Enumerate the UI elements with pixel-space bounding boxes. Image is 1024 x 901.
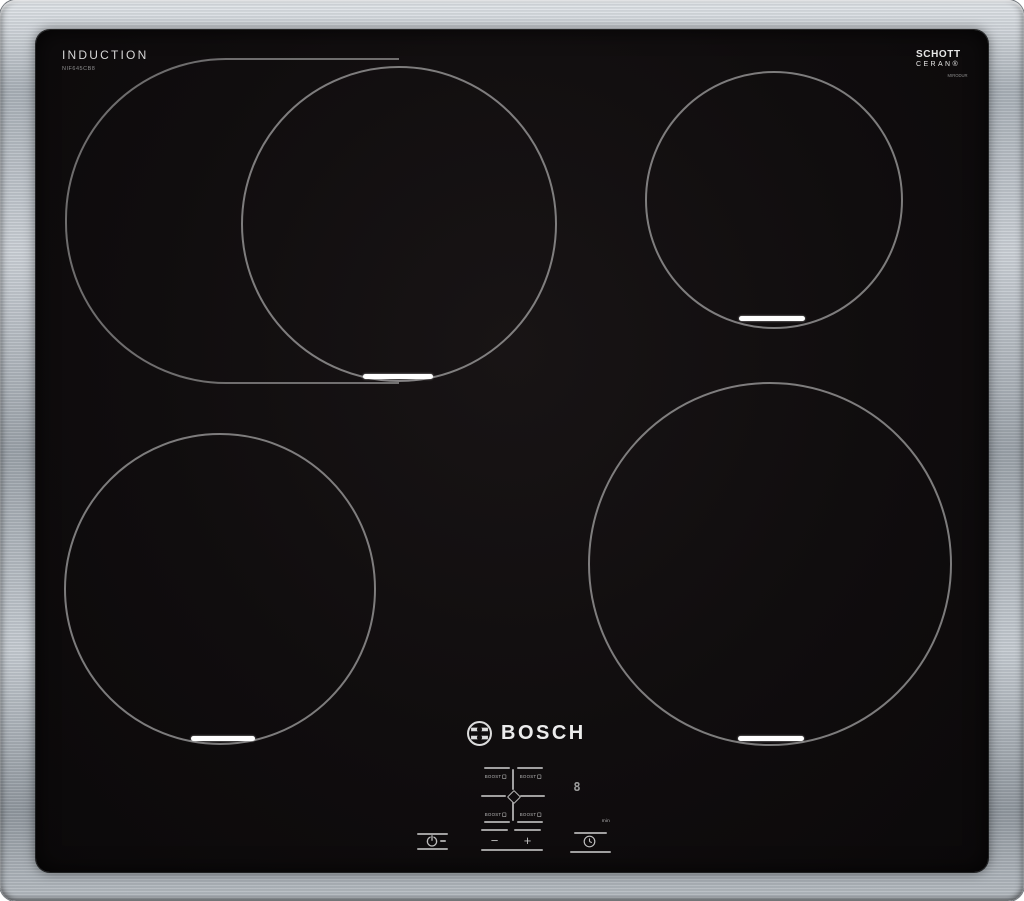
zone-selector: BOOST BOOST BOOST BOOST bbox=[479, 763, 547, 827]
timer-unit-label: min bbox=[597, 818, 610, 823]
selector-cross-line bbox=[481, 795, 506, 797]
ceramic-glass-surface: INDUCTION NIF645CB8 SCHOTT CERAN® MIRODU… bbox=[36, 30, 988, 872]
induction-branding: INDUCTION NIF645CB8 bbox=[62, 48, 148, 74]
power-level-stepper: − + bbox=[479, 826, 543, 852]
cooking-zone-front-right-ring bbox=[588, 382, 952, 746]
selector-cross-line bbox=[512, 769, 514, 790]
key-line bbox=[514, 829, 541, 831]
power-key[interactable] bbox=[414, 831, 451, 851]
boost-label: BOOST bbox=[521, 812, 539, 817]
selector-cross-line bbox=[512, 802, 514, 821]
boost-badge-icon bbox=[502, 774, 506, 778]
minus-key[interactable]: − bbox=[479, 826, 510, 847]
key-line bbox=[417, 848, 448, 850]
cooking-zone-back-right-ring bbox=[645, 71, 903, 329]
power-icon bbox=[426, 835, 438, 847]
key-line bbox=[517, 767, 543, 769]
cooking-zone-front-left-ring bbox=[64, 433, 376, 745]
zone-select-front-left-key[interactable]: BOOST bbox=[479, 797, 512, 827]
key-line bbox=[574, 832, 607, 834]
key-line bbox=[484, 767, 510, 769]
boost-text: BOOST bbox=[485, 774, 502, 779]
boost-badge-icon bbox=[502, 812, 506, 816]
boost-badge-icon bbox=[537, 774, 541, 778]
pan-positioning-marker-front-left bbox=[191, 736, 255, 741]
bosch-logo: BOSCH bbox=[466, 719, 586, 747]
boost-text: BOOST bbox=[520, 812, 537, 817]
timer-key[interactable]: min bbox=[568, 818, 612, 854]
selector-cross-line bbox=[520, 795, 545, 797]
glass-brand-subtext: MIRODUR bbox=[940, 74, 976, 78]
key-line bbox=[481, 849, 543, 851]
model-number: NIF645CB8 bbox=[62, 65, 121, 71]
plus-label: + bbox=[514, 834, 541, 847]
pan-positioning-marker-front-right bbox=[738, 736, 804, 741]
schott-ceran-branding: SCHOTT CERAN® MIRODUR bbox=[916, 50, 976, 81]
boost-text: BOOST bbox=[485, 812, 502, 817]
power-dash bbox=[440, 840, 446, 842]
pan-positioning-marker-back-right bbox=[739, 316, 805, 321]
zone-select-back-left-key[interactable]: BOOST bbox=[479, 763, 512, 793]
ceran-label: CERAN® bbox=[916, 60, 976, 69]
timer-display: 8 bbox=[570, 780, 584, 797]
timer-clock-icon bbox=[583, 835, 596, 848]
schott-label: SCHOTT bbox=[916, 50, 976, 60]
zone-select-back-right-key[interactable]: BOOST bbox=[514, 763, 547, 793]
stainless-steel-frame: INDUCTION NIF645CB8 SCHOTT CERAN® MIRODU… bbox=[0, 0, 1024, 901]
cooking-zone-back-left-ring bbox=[241, 66, 557, 382]
minus-label: − bbox=[481, 834, 508, 847]
boost-label: BOOST bbox=[486, 774, 504, 779]
zone-select-front-right-key[interactable]: BOOST bbox=[514, 797, 547, 827]
plus-key[interactable]: + bbox=[512, 826, 543, 847]
boost-label: BOOST bbox=[486, 812, 504, 817]
bosch-wordmark: BOSCH bbox=[501, 722, 586, 745]
boost-label: BOOST bbox=[521, 774, 539, 779]
key-line bbox=[481, 829, 508, 831]
key-line bbox=[570, 851, 611, 853]
induction-label: INDUCTION bbox=[62, 48, 148, 62]
bosch-armature-icon bbox=[466, 720, 493, 747]
key-line bbox=[484, 821, 510, 823]
boost-text: BOOST bbox=[520, 774, 537, 779]
pan-positioning-marker-back-left bbox=[363, 374, 433, 379]
key-line bbox=[517, 821, 543, 823]
boost-badge-icon bbox=[537, 812, 541, 816]
